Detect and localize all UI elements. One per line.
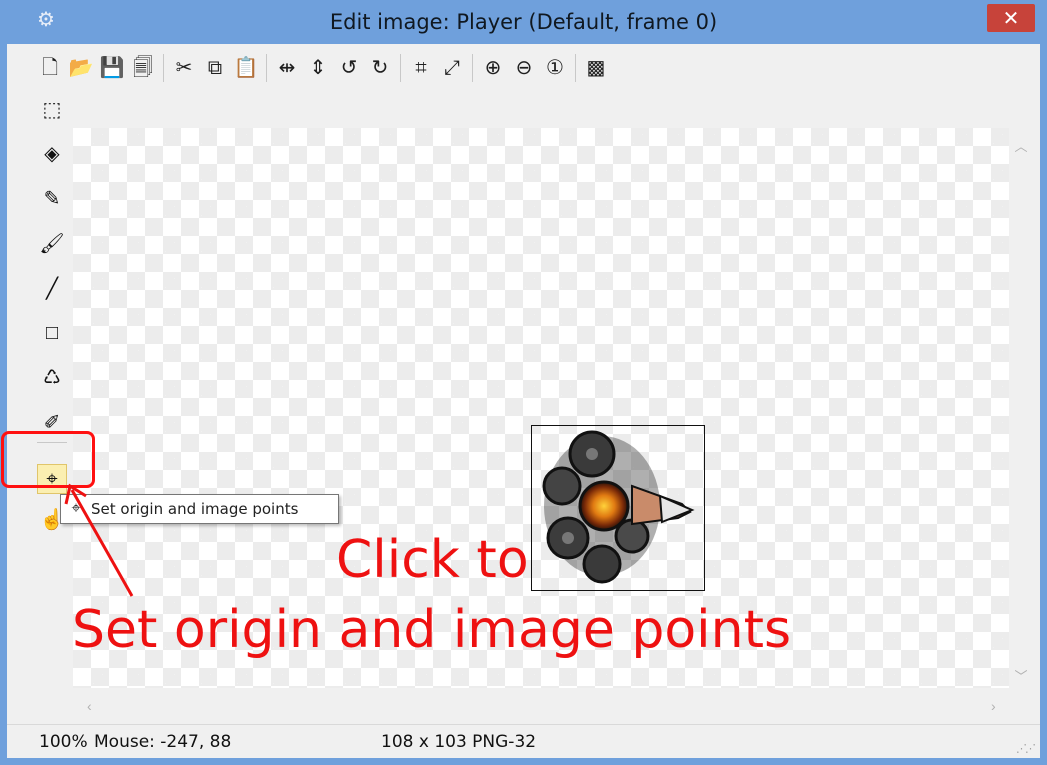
save-as-icon[interactable]: 🗐 [130, 54, 156, 82]
cut-icon[interactable]: ✂ [171, 54, 197, 82]
image-info: 108 x 103 PNG-32 [381, 732, 537, 752]
toolbar-separator [575, 54, 576, 82]
copy-icon[interactable]: ⧉ [202, 54, 228, 82]
scroll-down-icon[interactable]: ﹀ [1013, 666, 1029, 685]
main-toolbar: 🗋 📂 💾 🗐 ✂ ⧉ 📋 ⇹ ⇕ ↺ ↻ ⌗ ⤢ ⊕ ⊖ ① ▩ [37, 52, 614, 84]
open-icon[interactable]: 📂 [68, 54, 94, 82]
toolbar-separator [163, 54, 164, 82]
transparency-icon[interactable]: ▩ [583, 54, 609, 82]
sprite-image[interactable] [531, 425, 705, 591]
zoom-in-icon[interactable]: ⊕ [480, 54, 506, 82]
pencil-icon[interactable]: ✎ [37, 183, 67, 213]
flip-horizontal-icon[interactable]: ⇹ [274, 54, 300, 82]
annotation-text-line1: Click to [336, 530, 529, 590]
scroll-left-icon[interactable]: ‹ [87, 698, 92, 714]
scroll-up-icon[interactable]: ︿ [1013, 136, 1029, 155]
brush-icon[interactable]: 🖌 [37, 228, 67, 258]
zoom-reset-icon[interactable]: ① [542, 54, 568, 82]
toolbar-separator [400, 54, 401, 82]
rotate-right-icon[interactable]: ↻ [367, 54, 393, 82]
zoom-level: 100% [39, 732, 88, 752]
vertical-scrollbar[interactable]: ︿ ﹀ [1009, 128, 1033, 688]
toolbar-separator [266, 54, 267, 82]
origin-point-icon: ⌖ [71, 500, 81, 517]
resize-icon[interactable]: ⤢ [439, 54, 465, 82]
window-title: Edit image: Player (Default, frame 0) [329, 10, 718, 34]
toolbar-separator [472, 54, 473, 82]
eraser-icon[interactable]: ◈ [37, 138, 67, 168]
new-icon[interactable]: 🗋 [37, 54, 63, 82]
line-icon[interactable]: ╱ [37, 273, 67, 303]
mouse-position: Mouse: -247, 88 [94, 732, 232, 752]
fill-bucket-icon[interactable]: ♺ [37, 362, 67, 392]
scroll-right-icon[interactable]: › [991, 698, 996, 714]
horizontal-scrollbar[interactable]: ‹ › [73, 696, 1009, 718]
zoom-out-icon[interactable]: ⊖ [511, 54, 537, 82]
editor-window: ⚙ Edit image: Player (Default, frame 0) … [0, 0, 1047, 765]
rotate-left-icon[interactable]: ↺ [336, 54, 362, 82]
select-rect-icon[interactable]: ⬚ [37, 94, 67, 124]
flip-vertical-icon[interactable]: ⇕ [305, 54, 331, 82]
rectangle-icon[interactable]: □ [37, 318, 67, 348]
tooltip-text: Set origin and image points [91, 500, 299, 518]
annotation-text-line2: Set origin and image points [72, 600, 792, 660]
tooltip: ⌖ Set origin and image points [60, 494, 339, 524]
annotation-highlight-box [1, 431, 95, 488]
title-bar[interactable]: ⚙ Edit image: Player (Default, frame 0) … [0, 0, 1047, 44]
status-bar: 100% Mouse: -247, 88 108 x 103 PNG-32 ⋰⋰ [7, 724, 1040, 759]
save-icon[interactable]: 💾 [99, 54, 125, 82]
close-button[interactable]: ✕ [987, 4, 1035, 32]
paste-icon[interactable]: 📋 [233, 54, 259, 82]
crop-icon[interactable]: ⌗ [408, 54, 434, 82]
resize-grip[interactable]: ⋰⋰ [1016, 742, 1036, 755]
sprite-artwork [542, 430, 695, 584]
